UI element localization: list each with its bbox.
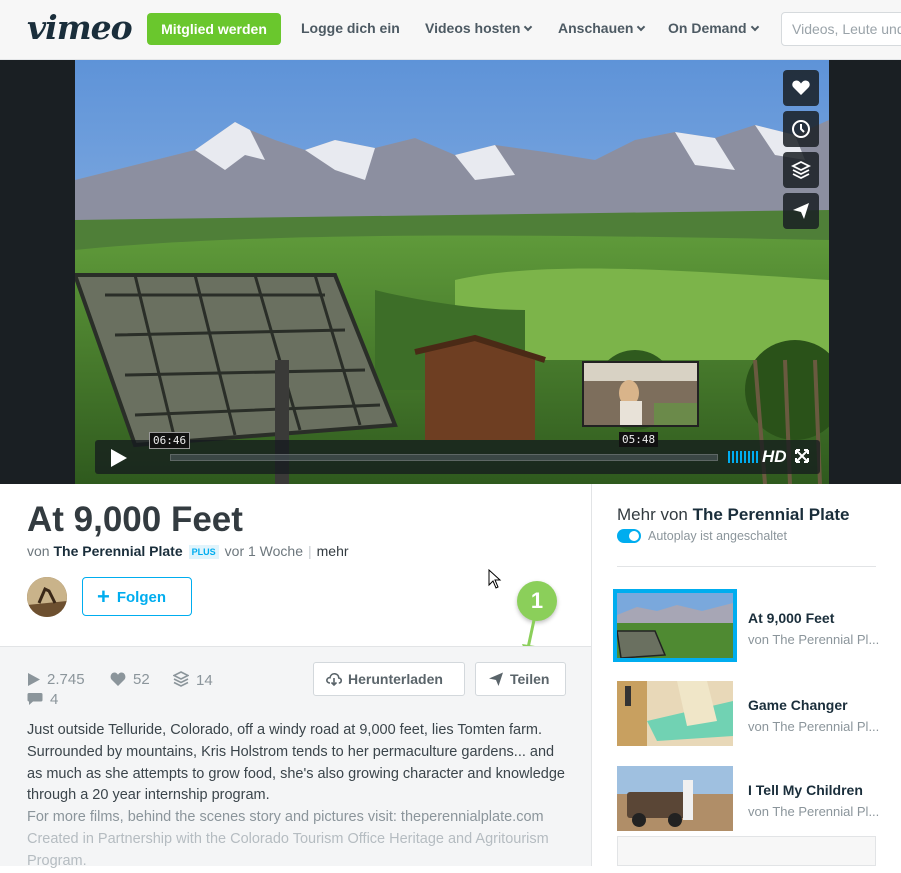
related-thumbnail-2[interactable] (617, 681, 733, 746)
related-title-3[interactable]: I Tell My Children (748, 782, 863, 798)
collections-button[interactable] (783, 152, 819, 188)
autoplay-label: Autoplay ist angeschaltet (648, 529, 787, 543)
layers-icon (791, 160, 811, 180)
play-icon[interactable] (108, 448, 128, 468)
related-item-partial[interactable] (617, 836, 876, 866)
share-label: Teilen (510, 671, 550, 687)
description-more-text: For more films, behind the scenes story … (27, 809, 544, 826)
annotation-badge: 1 (517, 581, 557, 621)
by-prefix: von (27, 543, 50, 559)
description-text: Just outside Telluride, Colorado, off a … (27, 722, 565, 804)
related-thumbnail-1[interactable] (613, 589, 737, 662)
vimeo-logo[interactable]: vimeo (27, 8, 133, 47)
video-title: At 9,000 Feet (27, 500, 243, 539)
clock-icon (792, 120, 810, 138)
host-videos-label: Videos hosten (425, 20, 521, 36)
plus-badge: PLUS (188, 545, 219, 560)
like-button[interactable] (783, 70, 819, 106)
related-thumbnail-3[interactable] (617, 766, 733, 831)
comments-count: 4 (50, 691, 59, 708)
download-button[interactable]: Herunterladen (313, 662, 465, 696)
related-title-2[interactable]: Game Changer (748, 697, 848, 713)
video-still-landscape (75, 60, 829, 484)
heart-icon (110, 672, 126, 686)
video-frame[interactable] (75, 60, 829, 484)
share-button[interactable]: Teilen (475, 662, 566, 696)
chevron-down-icon (524, 22, 533, 32)
description-faded-text: Created in Partnership with the Colorado… (27, 830, 549, 869)
comment-icon (27, 693, 43, 705)
download-label: Herunterladen (348, 671, 443, 687)
sidebar-title-prefix: Mehr von (617, 505, 688, 524)
paper-plane-icon (793, 203, 809, 219)
ondemand-label: On Demand (668, 20, 747, 36)
watch-label: Anschauen (558, 20, 634, 36)
play-count-icon (28, 673, 40, 686)
related-owner-2: von The Perennial Pl... (748, 719, 880, 734)
heart-icon (792, 80, 810, 95)
chevron-down-icon (750, 22, 759, 32)
hd-toggle[interactable]: HD (762, 447, 787, 467)
volume-control[interactable] (728, 451, 758, 463)
collections-count: 14 (196, 672, 213, 689)
video-description: Just outside Telluride, Colorado, off a … (27, 720, 567, 873)
sidebar-title: Mehr von The Perennial Plate (617, 505, 849, 525)
separator: | (308, 543, 312, 559)
plus-icon: + (97, 584, 110, 609)
plays-count: 2.745 (47, 671, 85, 688)
toggle-switch-icon[interactable] (617, 529, 641, 543)
fullscreen-icon[interactable] (795, 449, 809, 463)
sidebar-divider (617, 566, 876, 567)
related-title-1[interactable]: At 9,000 Feet (748, 610, 834, 626)
sidebar-title-owner[interactable]: The Perennial Plate (693, 505, 850, 524)
likes-stat[interactable]: 52 (110, 671, 150, 688)
layers-icon (172, 671, 190, 687)
collections-stat[interactable]: 14 (172, 671, 213, 689)
owner-link[interactable]: The Perennial Plate (53, 543, 182, 559)
related-owner-3: von The Perennial Pl... (748, 804, 880, 819)
follow-button[interactable]: + Folgen (82, 577, 192, 616)
top-navigation: vimeo Mitglied werden Logge dich ein Vid… (0, 0, 901, 60)
more-link[interactable]: mehr (317, 543, 349, 559)
likes-count: 52 (133, 671, 150, 688)
plays-stat: 2.745 (27, 671, 85, 688)
byline: von The Perennial Plate PLUS vor 1 Woche | m… (27, 543, 349, 560)
watch-menu[interactable]: Anschauen (558, 20, 646, 36)
login-link[interactable]: Logge dich ein (301, 20, 400, 36)
ondemand-menu[interactable]: On Demand (668, 20, 759, 36)
scrub-preview-thumbnail (582, 361, 699, 427)
follow-label: Folgen (116, 589, 167, 606)
upload-age: vor 1 Woche (224, 543, 303, 559)
player-controls: HD (95, 440, 820, 474)
mouse-cursor-icon (488, 569, 502, 589)
progress-bar[interactable] (170, 454, 718, 461)
owner-avatar[interactable] (27, 577, 67, 617)
share-player-button[interactable] (783, 193, 819, 229)
related-owner-1: von The Perennial Pl... (748, 632, 880, 647)
join-button[interactable]: Mitglied werden (147, 13, 281, 45)
comments-stat[interactable]: 4 (27, 691, 58, 708)
watch-later-button[interactable] (783, 111, 819, 147)
hover-timecode: 06:46 (149, 432, 191, 449)
search-input[interactable]: Videos, Leute und mehr (781, 12, 901, 46)
preview-timecode: 05:48 (619, 432, 659, 447)
paper-plane-icon (489, 672, 503, 686)
autoplay-toggle[interactable]: Autoplay ist angeschaltet (617, 529, 787, 543)
chevron-down-icon (637, 22, 646, 32)
host-videos-menu[interactable]: Videos hosten (425, 20, 533, 36)
cloud-download-icon (326, 672, 342, 687)
